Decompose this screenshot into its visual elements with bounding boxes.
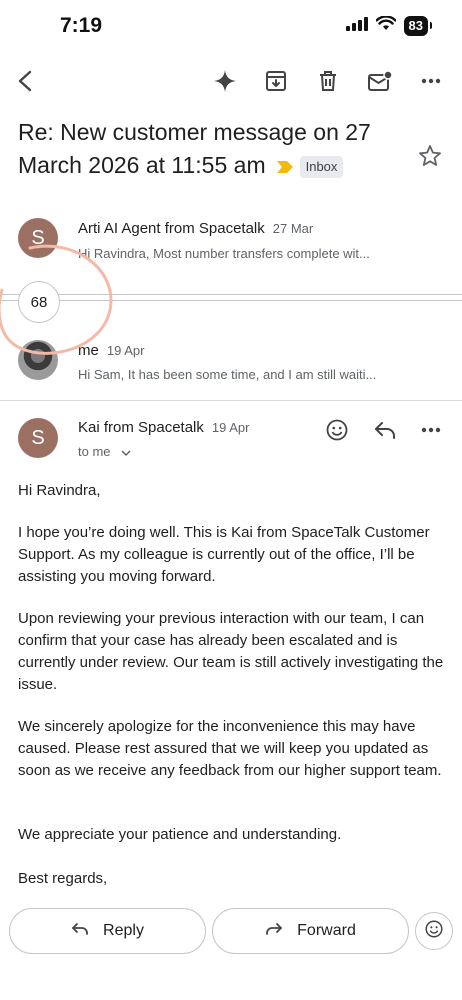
inbox-label[interactable]: Inbox [299,155,344,178]
body-paragraph-apology: We sincerely apologize for the inconveni… [18,718,442,779]
back-icon[interactable] [10,66,40,96]
avatar: S [18,418,58,458]
message-snippet: Hi Ravindra, Most number transfers compl… [78,246,370,261]
open-message-avatar-wrap: S [18,418,58,458]
wifi-icon [375,15,396,36]
delete-icon[interactable] [313,66,343,96]
more-icon[interactable] [416,66,446,96]
avatar: S [18,218,58,258]
emoji-reaction-icon[interactable] [322,415,352,445]
battery-indicator: 83 [403,16,433,36]
chevron-down-icon [120,444,131,459]
message-date: 19 Apr [106,343,145,358]
recipient-text: to me [78,444,111,459]
body-signoff: Best regards, [18,870,108,887]
message-header-second: me 19 Apr [78,342,144,360]
open-message-header: Kai from Spacetalk 19 Apr [78,419,249,437]
collapsed-count-button[interactable]: 68 [18,281,60,323]
forward-label: Forward [297,922,356,939]
sender-name: me [78,342,99,359]
message-snippet: Hi Sam, It has been some time, and I am … [78,367,377,382]
mark-unread-icon[interactable] [365,66,395,96]
message-row-second[interactable] [18,340,58,380]
message-date: 27 Mar [272,221,314,236]
message-divider [0,400,462,401]
sparkle-icon[interactable] [210,66,240,96]
reply-icon[interactable] [370,415,400,445]
status-time: 7:19 [60,14,103,37]
sender-name: Arti AI Agent from Spacetalk [78,220,265,237]
collapsed-messages-divider [0,294,462,308]
reply-label: Reply [103,922,144,939]
signal-icon [345,16,368,36]
forward-icon [265,922,283,941]
star-icon[interactable] [418,144,442,173]
message-more-icon[interactable] [416,415,446,445]
message-row-first[interactable]: S [18,218,58,258]
message-header-first: Arti AI Agent from Spacetalk 27 Mar [78,220,313,238]
message-date: 19 Apr [211,420,250,435]
body-paragraph-thanks: We appreciate your patience and understa… [18,826,342,843]
status-icons: 83 [345,15,433,36]
label-importance-icon [276,150,294,183]
sender-name: Kai from Spacetalk [78,419,204,436]
archive-icon[interactable] [261,66,291,96]
body-paragraph-intro: I hope you’re doing well. This is Kai fr… [18,524,430,585]
email-subject: Re: New customer message on 27 March 202… [18,116,398,183]
emoji-react-button[interactable] [415,912,453,950]
avatar [18,340,58,380]
forward-button[interactable]: Forward [212,908,409,954]
smiley-icon [425,919,443,943]
reply-button[interactable]: Reply [9,908,206,954]
recipient-toggle[interactable]: to me [78,444,131,459]
reply-icon [71,922,89,941]
body-greeting: Hi Ravindra, [18,482,101,499]
body-paragraph-review: Upon reviewing your previous interaction… [18,610,444,693]
